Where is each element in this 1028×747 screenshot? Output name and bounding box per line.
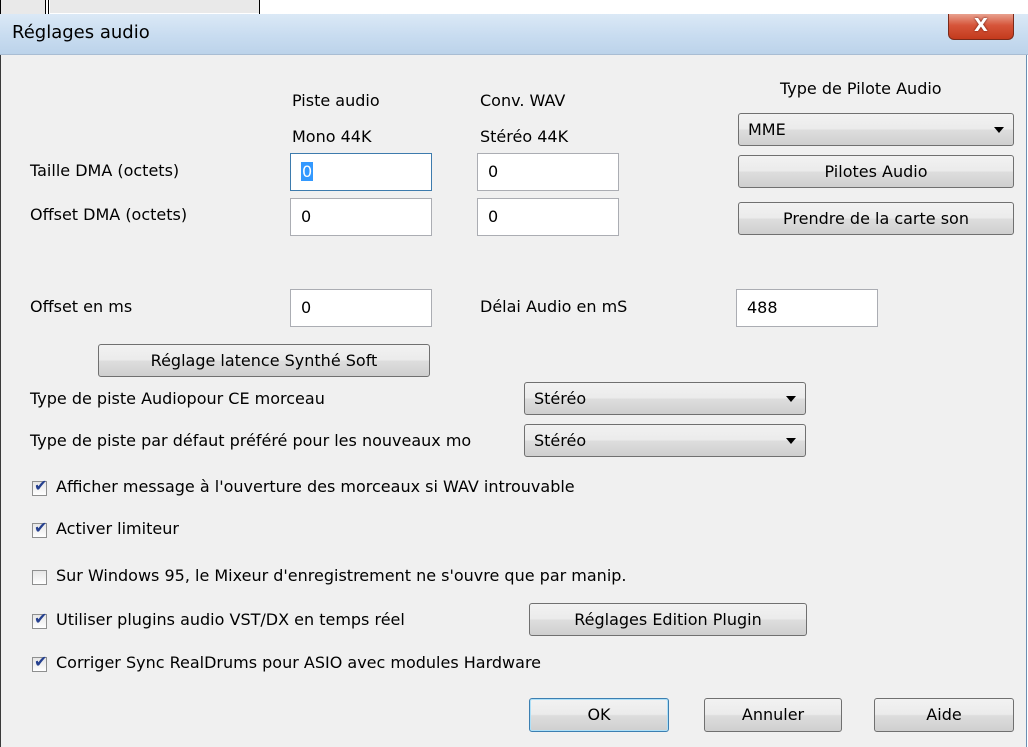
dialog-title: Réglages audio [12, 22, 150, 43]
audio-delay-input[interactable]: 488 [736, 289, 878, 327]
checkmark-icon: ✔ [34, 476, 48, 495]
chevron-down-icon [994, 127, 1004, 133]
dma-offset-wav-input[interactable]: 0 [477, 198, 619, 236]
track-type-default-value: Stéréo [534, 431, 587, 450]
audio-drivers-button[interactable]: Pilotes Audio [738, 155, 1014, 188]
column-header-wav-line1: Conv. WAV [480, 91, 566, 110]
track-type-default-label: Type de piste par défaut préféré pour le… [30, 431, 472, 450]
background-toolbar-fragment [48, 0, 260, 15]
checkmark-icon: ✔ [34, 652, 48, 671]
realdrums-sync-checkbox[interactable]: ✔ [32, 652, 48, 672]
help-button[interactable]: Aide [874, 698, 1014, 732]
enable-limiter-label[interactable]: Activer limiteur [56, 519, 179, 538]
enable-limiter-checkbox[interactable]: ✔ [32, 518, 48, 538]
realtime-plugins-label[interactable]: Utiliser plugins audio VST/DX en temps r… [56, 610, 405, 629]
realtime-plugins-checkbox[interactable]: ✔ [32, 609, 48, 629]
column-header-mono-line2: Mono 44K [292, 127, 372, 146]
dma-size-label: Taille DMA (octets) [30, 161, 180, 180]
take-from-soundcard-button[interactable]: Prendre de la carte son [738, 202, 1014, 235]
chevron-down-icon [786, 438, 796, 444]
soft-synth-latency-button[interactable]: Réglage latence Synthé Soft [98, 344, 430, 377]
cancel-button[interactable]: Annuler [704, 698, 842, 732]
column-header-mono-line1: Piste audio [292, 91, 380, 110]
track-type-song-value: Stéréo [534, 389, 587, 408]
ok-button[interactable]: OK [529, 698, 669, 732]
driver-type-select[interactable]: MME [738, 113, 1014, 146]
driver-type-label: Type de Pilote Audio [780, 79, 942, 98]
dma-offset-label: Offset DMA (octets) [30, 205, 188, 224]
dma-size-mono-value: 0 [301, 162, 314, 181]
track-type-default-select[interactable]: Stéréo [524, 424, 806, 457]
chevron-down-icon [786, 396, 796, 402]
audio-delay-label: Délai Audio en mS [480, 297, 628, 316]
dma-size-wav-input[interactable]: 0 [477, 153, 619, 191]
missing-wav-message-label[interactable]: Afficher message à l'ouverture des morce… [56, 477, 575, 496]
offset-ms-label: Offset en ms [30, 297, 133, 316]
close-button[interactable]: X [948, 14, 1014, 40]
checkmark-icon: ✔ [34, 518, 48, 537]
realdrums-sync-label[interactable]: Corriger Sync RealDrums pour ASIO avec m… [56, 653, 541, 672]
win95-mixer-checkbox[interactable] [32, 570, 47, 585]
driver-type-value: MME [748, 120, 786, 139]
title-bar [0, 14, 1028, 55]
column-header-wav-line2: Stéréo 44K [480, 127, 569, 146]
dma-offset-mono-input[interactable]: 0 [290, 198, 432, 236]
checkmark-icon: ✔ [34, 609, 48, 628]
track-type-song-label: Type de piste Audiopour CE morceau [30, 389, 325, 408]
plugin-settings-button[interactable]: Réglages Edition Plugin [529, 603, 807, 636]
track-type-song-select[interactable]: Stéréo [524, 382, 806, 415]
background-toolbar-fragment [0, 0, 46, 15]
offset-ms-input[interactable]: 0 [290, 289, 432, 327]
dma-size-mono-input[interactable]: 0 [290, 153, 432, 191]
win95-mixer-label[interactable]: Sur Windows 95, le Mixeur d'enregistreme… [56, 566, 627, 585]
close-icon: X [974, 15, 988, 36]
missing-wav-message-checkbox[interactable]: ✔ [32, 476, 48, 496]
